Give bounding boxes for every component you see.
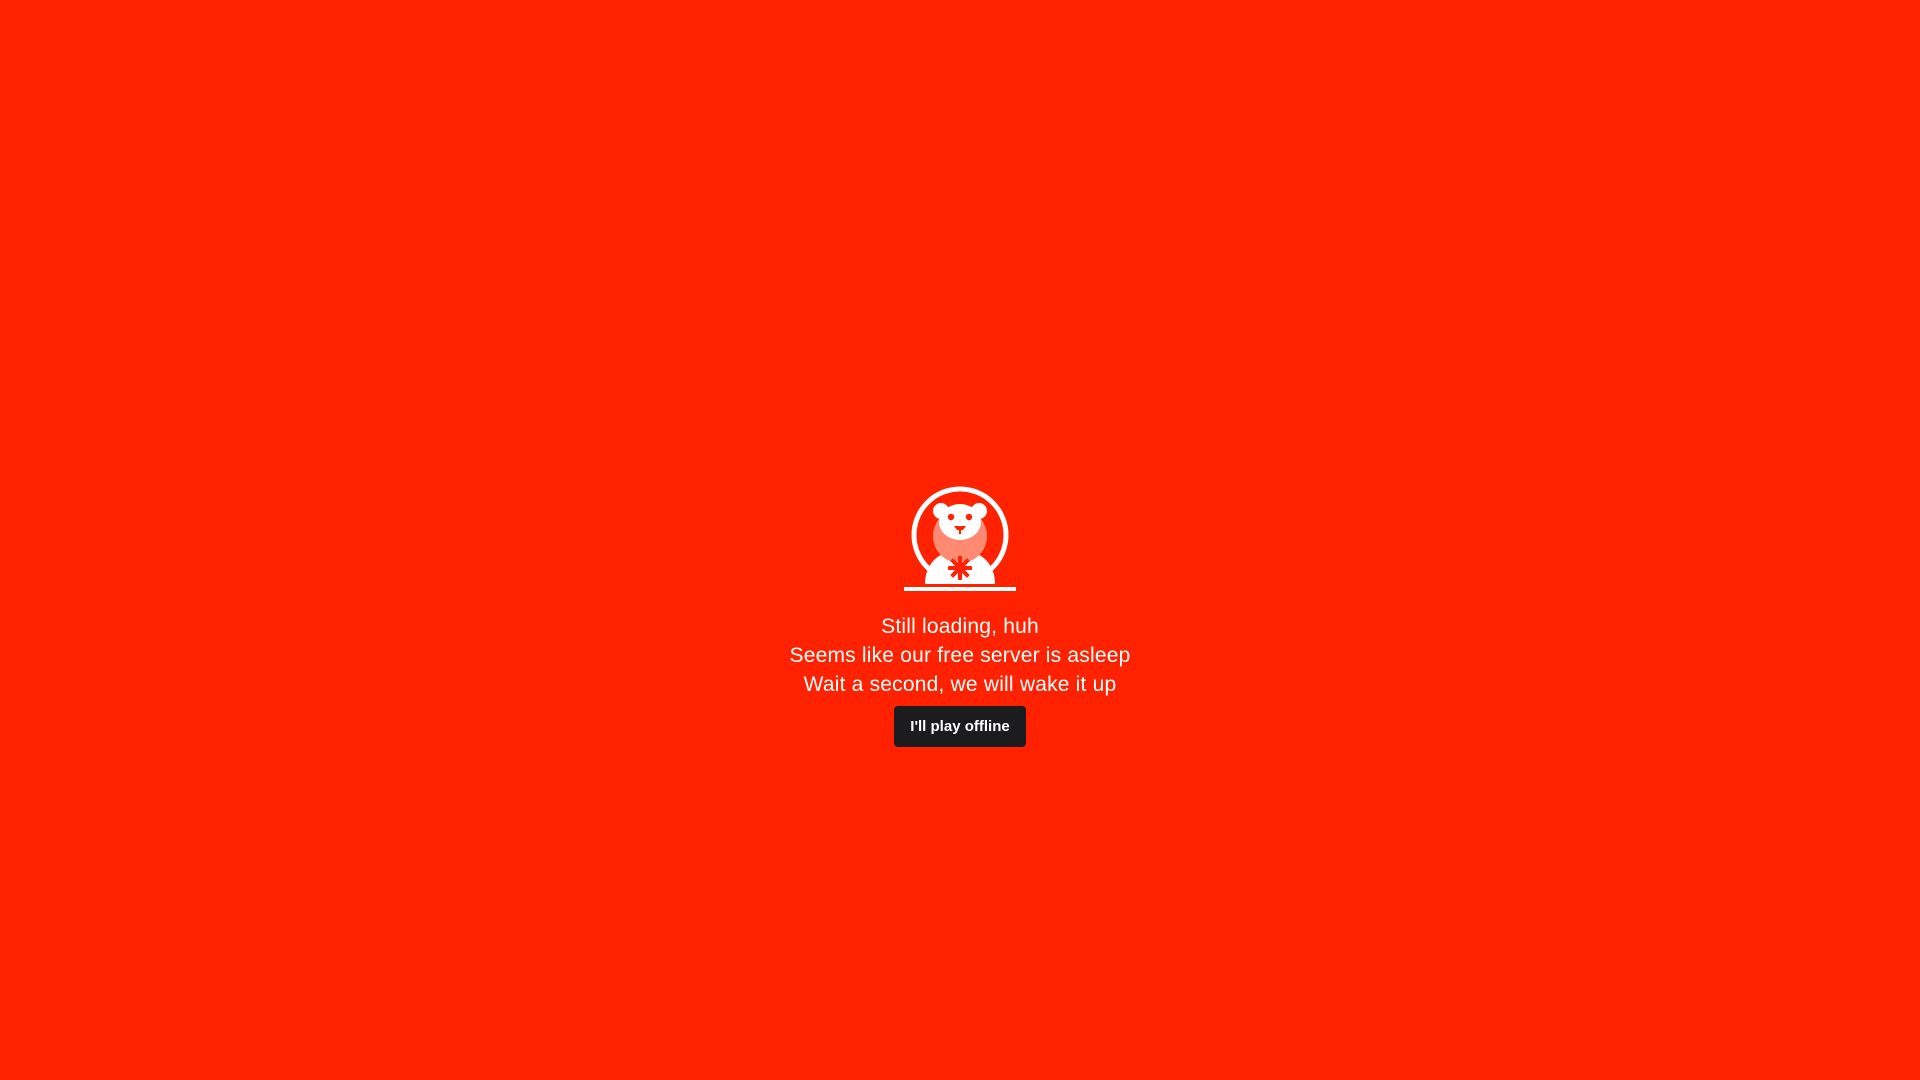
bear-logo-icon bbox=[903, 484, 1017, 592]
loading-message: Still loading, huh Seems like our free s… bbox=[660, 612, 1260, 699]
loading-message-line-3: Wait a second, we will wake it up bbox=[803, 673, 1117, 696]
loading-message-line-2: Seems like our free server is asleep bbox=[789, 644, 1131, 667]
loading-message-line-1: Still loading, huh bbox=[881, 615, 1039, 638]
play-offline-button[interactable]: I'll play offline bbox=[894, 706, 1026, 747]
loading-screen: Still loading, huh Seems like our free s… bbox=[0, 0, 1920, 1080]
